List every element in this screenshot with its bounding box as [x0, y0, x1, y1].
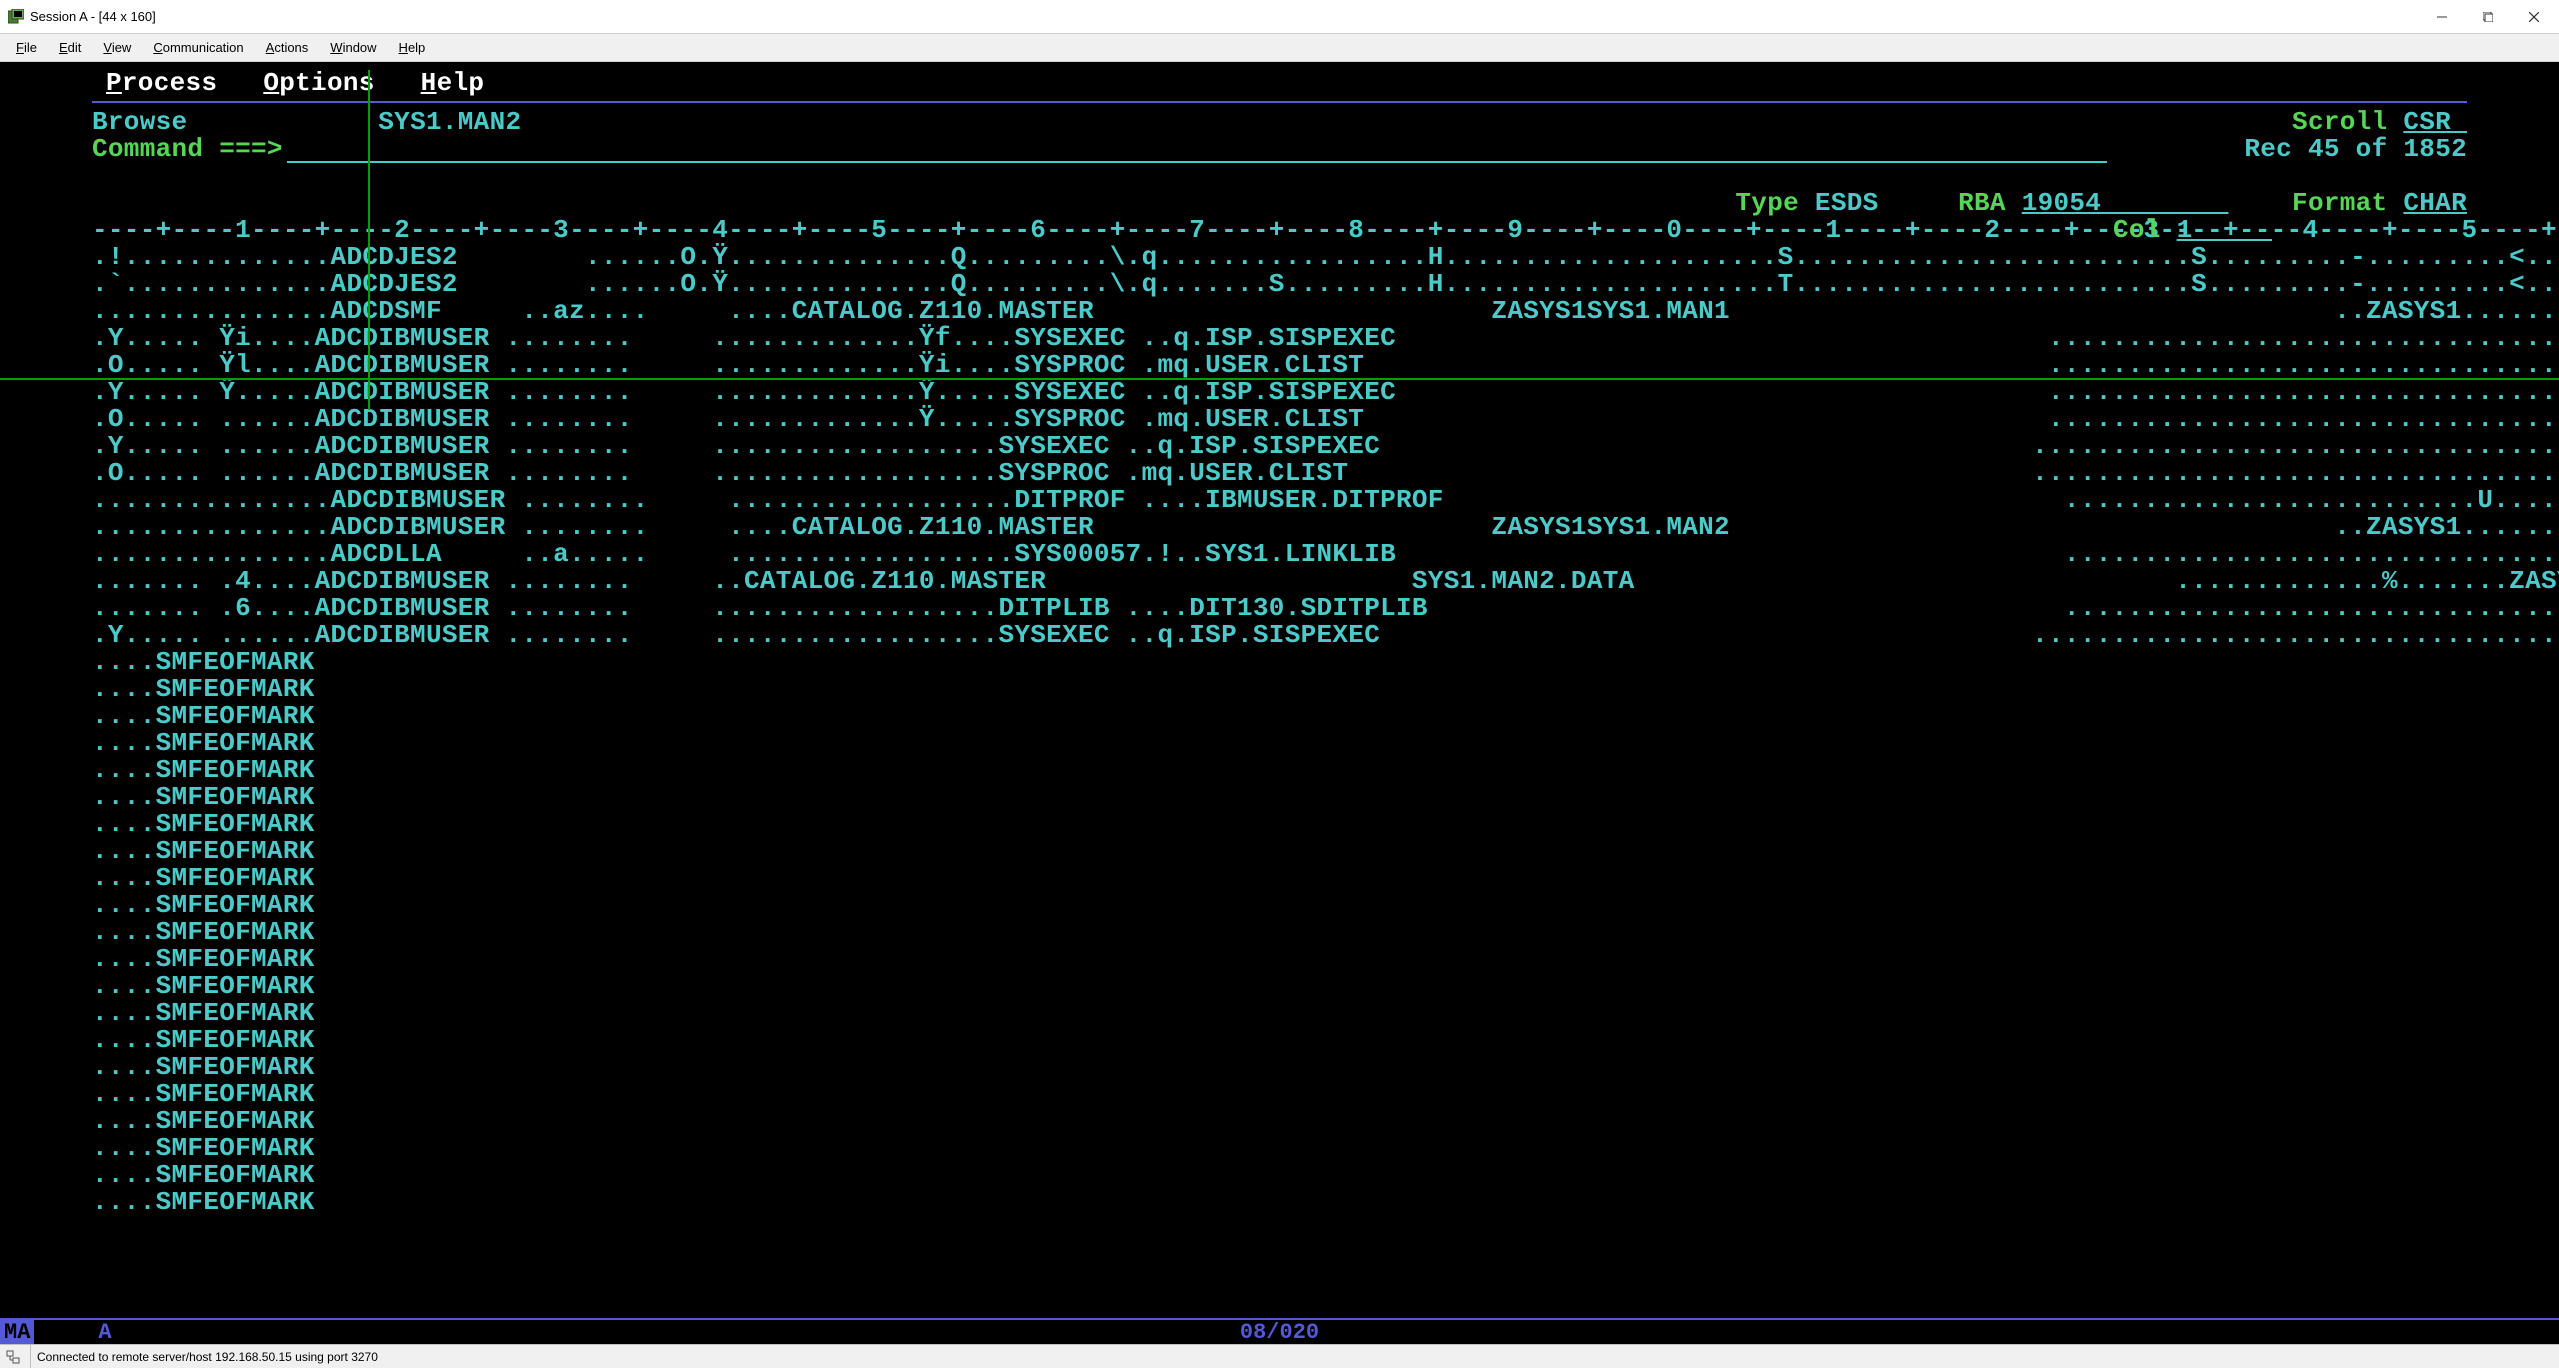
scroll-label: Scroll	[2292, 107, 2387, 137]
separator-line	[92, 101, 2467, 103]
data-row[interactable]: ....SMFEOFMARK	[92, 1135, 2467, 1162]
crosshair-vertical	[368, 70, 370, 410]
data-row[interactable]: ....SMFEOFMARK	[92, 649, 2467, 676]
oia-session: A	[98, 1320, 111, 1345]
mode-label: Browse	[92, 109, 187, 136]
data-row[interactable]: ....SMFEOFMARK	[92, 784, 2467, 811]
connection-icon	[4, 1348, 22, 1366]
data-row[interactable]: ...............ADCDIBMUSER ........ ....…	[92, 514, 2467, 541]
data-row[interactable]: .Y..... ......ADCDIBMUSER ........ .....…	[92, 622, 2467, 649]
data-row[interactable]: .`.............ADCDJES2 ......O.Ÿ.......…	[92, 271, 2467, 298]
data-row[interactable]: .O..... ......ADCDIBMUSER ........ .....…	[92, 406, 2467, 433]
menu-actions[interactable]: Actions	[256, 36, 319, 59]
command-input[interactable]	[287, 141, 2107, 163]
menu-view[interactable]: View	[93, 36, 141, 59]
data-row[interactable]: ....SMFEOFMARK	[92, 703, 2467, 730]
menu-window[interactable]: Window	[320, 36, 386, 59]
window-title: Session A - [44 x 160]	[30, 9, 156, 24]
data-row[interactable]: ....SMFEOFMARK	[92, 757, 2467, 784]
term-menu-help[interactable]: Help	[421, 70, 485, 97]
data-row[interactable]: .O..... Ÿl....ADCDIBMUSER ........ .....…	[92, 352, 2467, 379]
terminal-screen[interactable]: ProcessOptionsHelp Browse SYS1.MAN2 Rec …	[0, 62, 2559, 1318]
data-row[interactable]: .Y..... Ÿ.....ADCDIBMUSER ........ .....…	[92, 379, 2467, 406]
status-text: Connected to remote server/host 192.168.…	[30, 1345, 378, 1368]
statusbar: Connected to remote server/host 192.168.…	[0, 1344, 2559, 1368]
app-icon	[8, 9, 24, 25]
data-row[interactable]: .Y..... ......ADCDIBMUSER ........ .....…	[92, 433, 2467, 460]
window-titlebar: Session A - [44 x 160]	[0, 0, 2559, 34]
data-row[interactable]: ....SMFEOFMARK	[92, 1081, 2467, 1108]
data-row[interactable]: ....SMFEOFMARK	[92, 1189, 2467, 1216]
terminal-action-bar: Process Options Help	[92, 70, 2467, 99]
data-row[interactable]: ...............ADCDLLA ..a..... ........…	[92, 541, 2467, 568]
menu-file[interactable]: File	[6, 36, 47, 59]
data-row[interactable]: ....SMFEOFMARK	[92, 1054, 2467, 1081]
data-area[interactable]: .!.............ADCDJES2 ......O.Ÿ.......…	[92, 244, 2467, 1216]
data-row[interactable]: ....SMFEOFMARK	[92, 1027, 2467, 1054]
oia-cursor-position: 08/020	[1240, 1320, 1319, 1345]
data-row[interactable]: ....SMFEOFMARK	[92, 676, 2467, 703]
data-row[interactable]: ....SMFEOFMARK	[92, 811, 2467, 838]
menubar: FileEditViewCommunicationActionsWindowHe…	[0, 34, 2559, 62]
close-button[interactable]	[2511, 1, 2557, 33]
term-menu-process[interactable]: Process	[106, 70, 217, 97]
data-row[interactable]: ....... .4....ADCDIBMUSER ........ ..CAT…	[92, 568, 2467, 595]
data-row[interactable]: ....SMFEOFMARK	[92, 1108, 2467, 1135]
command-label: Command ===>	[92, 136, 283, 163]
data-row[interactable]: ....SMFEOFMARK	[92, 946, 2467, 973]
dataset-name: SYS1.MAN2	[378, 109, 521, 136]
data-row[interactable]: ....SMFEOFMARK	[92, 838, 2467, 865]
data-row[interactable]: ...............ADCDSMF ..az.... ....CATA…	[92, 298, 2467, 325]
term-menu-options[interactable]: Options	[263, 70, 374, 97]
data-row[interactable]: ....SMFEOFMARK	[92, 730, 2467, 757]
data-row[interactable]: ....SMFEOFMARK	[92, 865, 2467, 892]
data-row[interactable]: ...............ADCDIBMUSER ........ ....…	[92, 487, 2467, 514]
data-row[interactable]: ....SMFEOFMARK	[92, 973, 2467, 1000]
oia-bar: MA A 08/020	[0, 1318, 2559, 1344]
menu-help[interactable]: Help	[389, 36, 436, 59]
col-value[interactable]: 1	[2177, 215, 2272, 245]
crosshair-horizontal	[0, 378, 2559, 380]
menu-edit[interactable]: Edit	[49, 36, 91, 59]
scroll-value[interactable]: CSR	[2403, 107, 2467, 137]
data-row[interactable]: ....SMFEOFMARK	[92, 1162, 2467, 1189]
oia-status: MA	[0, 1320, 34, 1344]
data-row[interactable]: .O..... ......ADCDIBMUSER ........ .....…	[92, 460, 2467, 487]
minimize-button[interactable]	[2419, 1, 2465, 33]
menu-communication[interactable]: Communication	[143, 36, 253, 59]
data-row[interactable]: .Y..... Ÿi....ADCDIBMUSER ........ .....…	[92, 325, 2467, 352]
data-row[interactable]: ....... .6....ADCDIBMUSER ........ .....…	[92, 595, 2467, 622]
window-controls	[2419, 1, 2557, 33]
maximize-button[interactable]	[2465, 1, 2511, 33]
data-row[interactable]: ....SMFEOFMARK	[92, 919, 2467, 946]
data-row[interactable]: ....SMFEOFMARK	[92, 1000, 2467, 1027]
col-label: Col	[2113, 215, 2161, 245]
data-row[interactable]: ....SMFEOFMARK	[92, 892, 2467, 919]
